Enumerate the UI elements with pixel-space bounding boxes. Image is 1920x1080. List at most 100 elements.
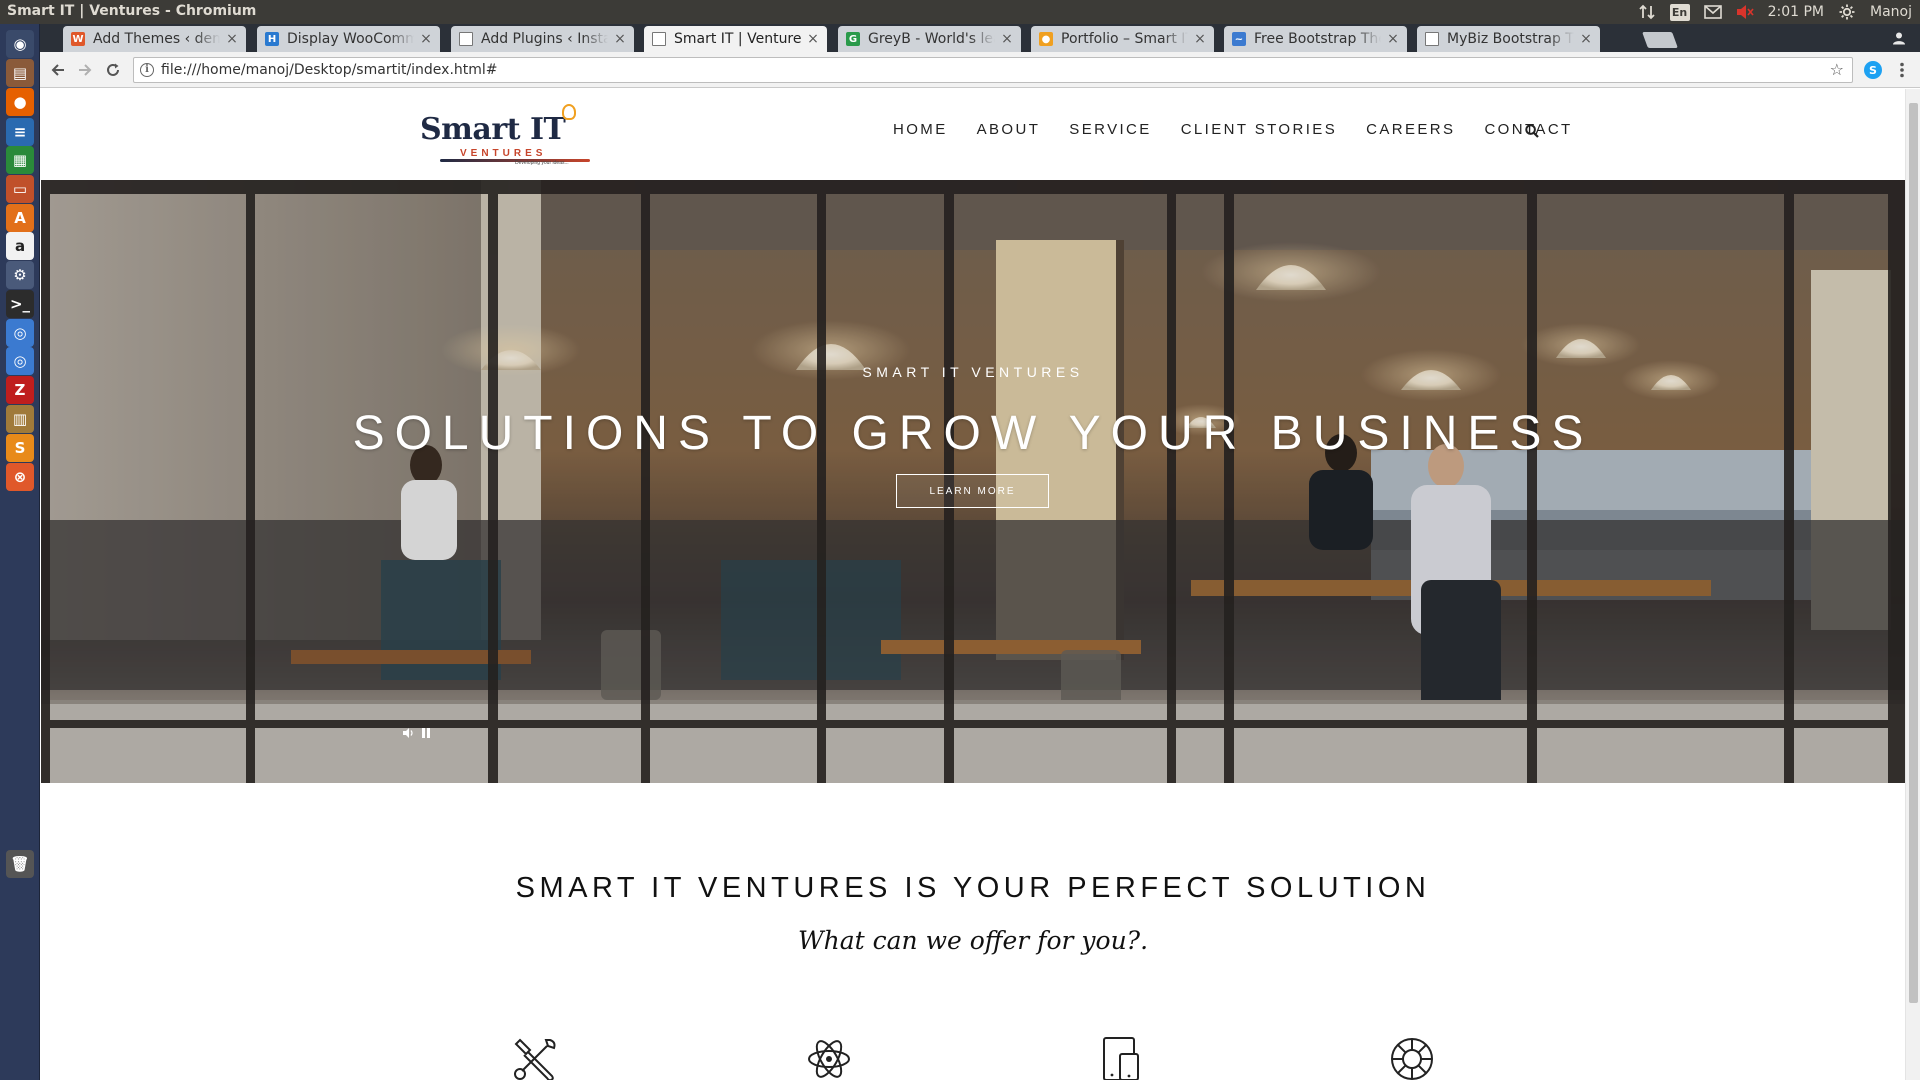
devices-icon [1098,1036,1144,1080]
software-center-icon[interactable]: A [6,204,34,232]
tools-icon [512,1036,558,1080]
tab-close-icon[interactable]: × [1387,31,1399,47]
address-bar[interactable]: i file:///home/manoj/Desktop/smartit/ind… [133,57,1853,83]
tab-title: Add Plugins ‹ Instan [481,31,608,47]
browser-tab[interactable]: W Add Themes ‹ demo × [63,26,246,52]
lifebuoy-icon [1389,1036,1435,1080]
profile-icon[interactable] [1892,30,1910,48]
browser-tab[interactable]: G GreyB - World's lea × [838,26,1021,52]
files-icon[interactable]: ▤ [6,59,34,87]
chrome-menu-button[interactable] [1892,60,1912,80]
logo-tagline: Developing your ideas... [515,160,569,166]
user-menu[interactable]: Manoj [1870,4,1912,20]
bookmark-star-icon[interactable]: ☆ [1830,60,1844,79]
dash-icon[interactable]: ◉ [6,30,34,58]
tab-favicon-icon: ~ [1232,32,1246,46]
clock[interactable]: 2:01 PM [1768,4,1824,20]
tab-close-icon[interactable]: × [614,31,626,47]
nav-client-stories[interactable]: CLIENT STORIES [1181,121,1337,138]
system-tray: En 2:01 PM Manoj [1638,2,1912,22]
browser-tab[interactable]: MyBiz Bootstrap Th × [1417,26,1600,52]
logo-sub-text: VENTURES [460,148,547,159]
new-tab-button[interactable] [1642,32,1678,48]
back-button[interactable] [48,60,68,80]
tab-active[interactable]: Smart IT | Ventures × [644,26,827,52]
os-top-panel: Smart IT | Ventures - Chromium En 2:01 P… [0,0,1920,24]
firefox-icon[interactable]: ● [6,88,34,116]
tab-favicon-icon: W [71,32,85,46]
chromium-icon-2[interactable]: ◎ [6,347,34,375]
browser-tab[interactable]: Add Plugins ‹ Instan × [451,26,634,52]
volume-muted-icon[interactable] [1736,3,1754,21]
browser-tab-strip: WAdd Themes ‹ demo×HDisplay WooComm×Add … [40,24,1920,52]
filezilla-icon[interactable]: Z [6,376,34,404]
site-logo[interactable]: Smart IT VENTURES Developing your ideas.… [420,104,610,166]
tab-close-icon[interactable]: × [1001,31,1013,47]
window-title: Smart IT | Ventures - Chromium [7,3,257,19]
trash-icon[interactable]: 🗑 [6,850,34,878]
browser-tab[interactable]: ● Portfolio – Smart IT × [1031,26,1214,52]
page-viewport: Smart IT VENTURES Developing your ideas.… [41,89,1920,1080]
writer-icon[interactable]: ≡ [6,118,34,146]
hero-headline: SOLUTIONS TO GROW YOUR BUSINESS [352,407,1594,460]
keyboard-layout-indicator[interactable]: En [1669,3,1690,21]
section-title: SMART IT VENTURES IS YOUR PERFECT SOLUTI… [515,872,1431,904]
section-subtitle: What can we offer for you?. [797,926,1149,955]
browser-tab[interactable]: ~ Free Bootstrap The × [1224,26,1407,52]
scrollbar-thumb[interactable] [1909,103,1918,1003]
network-icon[interactable] [1638,3,1656,21]
hero-video-banner: SMART IT VENTURES SOLUTIONS TO GROW YOUR… [41,180,1905,783]
tab-favicon-icon [459,32,473,46]
reload-button[interactable] [103,60,123,80]
tab-favicon-icon: G [846,32,860,46]
gear-icon[interactable] [1838,3,1856,21]
archive-icon[interactable]: ▥ [6,405,34,433]
tab-favicon-icon [1425,32,1439,46]
atom-icon [806,1036,852,1080]
browser-tab[interactable]: H Display WooComm × [257,26,440,52]
volume-icon[interactable] [403,728,417,742]
amazon-icon[interactable]: a [6,232,34,260]
main-navigation: HOME ABOUT SERVICE CLIENT STORIES CAREER… [893,121,1602,138]
tab-close-icon[interactable]: × [1580,31,1592,47]
nav-about[interactable]: ABOUT [977,121,1041,138]
forward-button[interactable] [75,60,95,80]
sublime-icon[interactable]: S [6,434,34,462]
postman-icon[interactable]: ⊗ [6,463,34,491]
tab-close-icon[interactable]: × [1194,31,1206,47]
tab-favicon-icon: H [265,32,279,46]
page-scrollbar[interactable] [1905,89,1920,1080]
tab-close-icon[interactable]: × [420,31,432,47]
browser-toolbar: i file:///home/manoj/Desktop/smartit/ind… [40,52,1920,88]
tab-close-icon[interactable]: × [807,31,819,47]
settings-icon[interactable]: ⚙ [6,261,34,289]
impress-icon[interactable]: ▭ [6,175,34,203]
mail-icon[interactable] [1703,3,1722,21]
skype-extension-icon[interactable]: S [1864,61,1882,79]
pause-icon[interactable] [421,728,435,742]
tab-title: GreyB - World's lea [868,31,995,47]
tab-title: Smart IT | Ventures [674,31,801,47]
learn-more-button[interactable]: LEARN MORE [896,474,1049,508]
tab-title: Portfolio – Smart IT [1061,31,1188,47]
tab-favicon-icon: ● [1039,32,1053,46]
tab-title: Display WooComm [287,31,414,47]
search-icon[interactable] [1525,123,1539,138]
tab-title: Free Bootstrap The [1254,31,1381,47]
calc-icon[interactable]: ▦ [6,146,34,174]
tab-title: Add Themes ‹ demo [93,31,220,47]
site-info-icon[interactable]: i [140,63,154,77]
tab-close-icon[interactable]: × [226,31,238,47]
terminal-icon[interactable]: >_ [6,290,34,318]
nav-home[interactable]: HOME [893,121,948,138]
hero-eyebrow: SMART IT VENTURES [862,364,1084,380]
url-text[interactable]: file:///home/manoj/Desktop/smartit/index… [161,62,498,78]
tab-favicon-icon [652,32,666,46]
logo-brand-text: Smart IT [420,112,566,147]
nav-careers[interactable]: CAREERS [1366,121,1455,138]
nav-service[interactable]: SERVICE [1069,121,1151,138]
unity-launcher: ◉ ▤ ● ≡ ▦ ▭ Aa ⚙ >_ ◎ ◎ Z ▥ S ⊗ 🗑 [0,24,40,1080]
tab-title: MyBiz Bootstrap Th [1447,31,1574,47]
lightbulb-icon [562,104,576,120]
chromium-icon[interactable]: ◎ [6,319,34,347]
